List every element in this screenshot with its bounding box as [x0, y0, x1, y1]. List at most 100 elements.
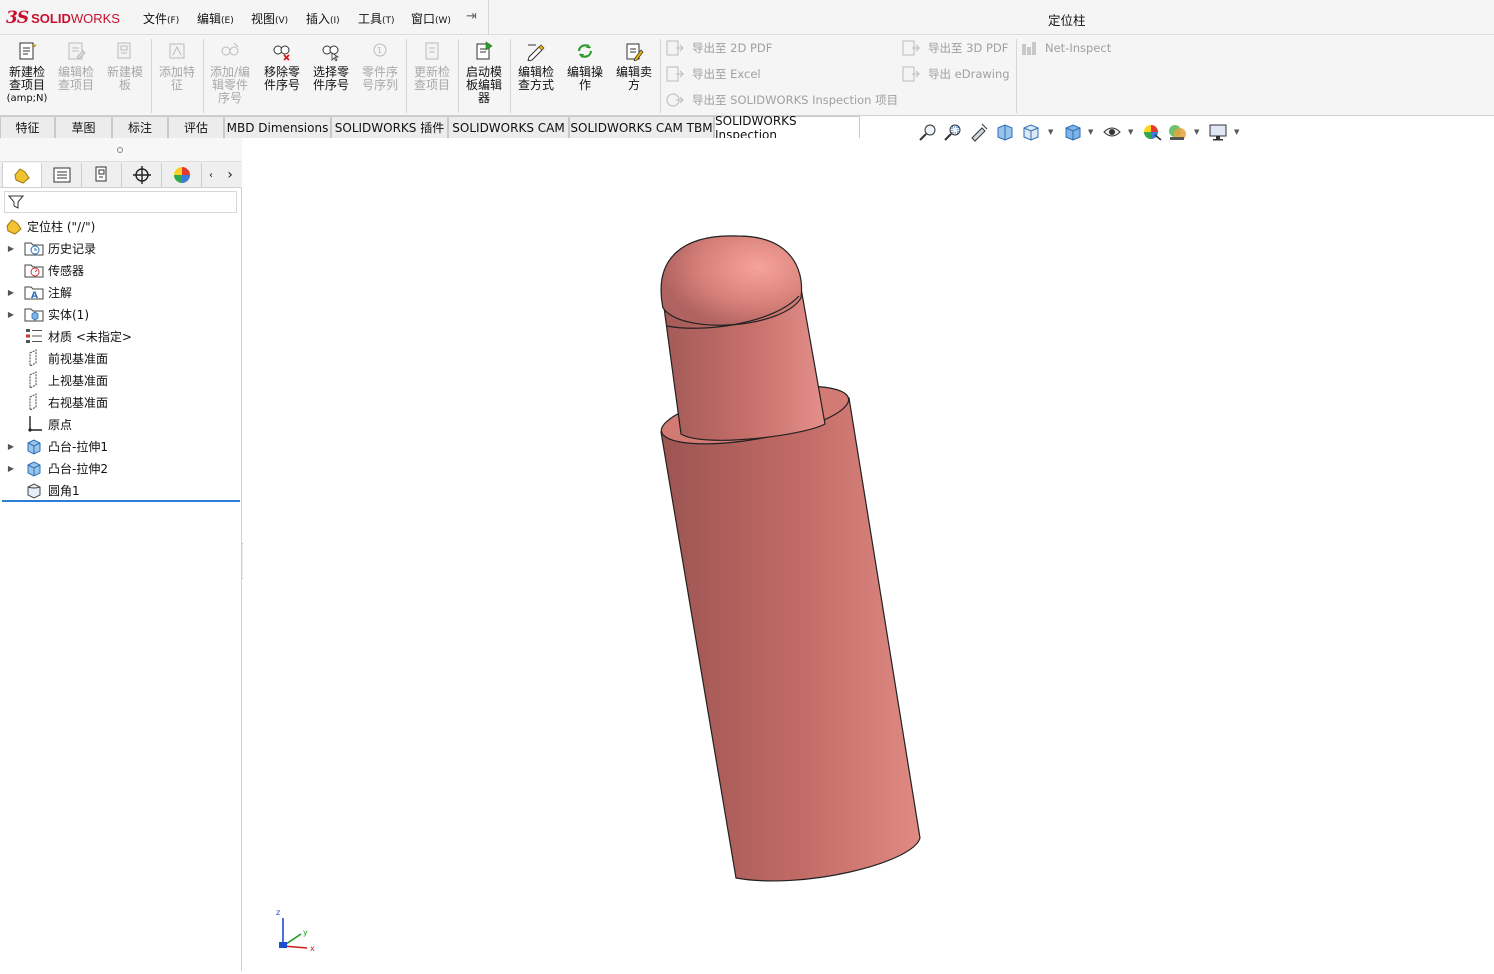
tree-item-annotations-label: 注解 [48, 285, 73, 300]
chevron-right-icon: › [227, 167, 233, 183]
expand-arrow-icon[interactable]: ▶ [6, 288, 16, 297]
zoom-to-fit-icon[interactable] [918, 122, 938, 142]
remove-balloon-label-2: 件序号 [263, 78, 300, 92]
export-edrawing-button[interactable]: 导出 eDrawing [902, 65, 1010, 83]
new-inspection-project-button[interactable]: 新建检 查项目 (amp;N) [4, 41, 50, 105]
dimxpert-manager-tab[interactable] [122, 163, 162, 187]
more-tabs-right[interactable]: › [220, 163, 240, 187]
dropdown-arrow-icon[interactable]: ▼ [1048, 128, 1053, 136]
remove-balloon-button[interactable]: 移除零 件序号 [259, 41, 305, 92]
dynamic-annotation-views-icon[interactable] [1021, 122, 1041, 142]
expand-arrow-icon[interactable]: ▶ [6, 310, 16, 319]
view-settings-icon[interactable] [1208, 122, 1228, 142]
previous-view-icon[interactable] [969, 122, 989, 142]
display-manager-tab[interactable] [162, 163, 202, 187]
tab-sketch[interactable]: 草图 [55, 116, 112, 138]
tab-solidworks-cam-tbm[interactable]: SOLIDWORKS CAM TBM [569, 116, 714, 138]
menu-edit[interactable]: 编辑(E) [197, 10, 234, 27]
display-style-icon[interactable] [1102, 122, 1122, 142]
origin-icon [28, 416, 42, 432]
dropdown-arrow-icon[interactable]: ▼ [1234, 128, 1239, 136]
panel-grip[interactable] [0, 138, 242, 162]
tree-item-origin[interactable]: 原点 [0, 413, 72, 435]
menu-tools[interactable]: 工具(T) [358, 10, 395, 27]
tree-filter-input[interactable] [4, 191, 237, 213]
rollback-bar[interactable] [2, 500, 240, 502]
tab-evaluate[interactable]: 评估 [168, 116, 224, 138]
pin-body[interactable] [657, 375, 921, 882]
edit-vendor-button[interactable]: 编辑卖 方 [611, 41, 657, 92]
tree-item-solid-bodies[interactable]: ▶ 实体(1) [0, 303, 89, 325]
tree-item-front-plane-label: 前视基准面 [48, 351, 109, 366]
tab-mbd-dimensions[interactable]: MBD Dimensions [224, 116, 331, 138]
select-balloon-button[interactable]: 选择零 件序号 [308, 41, 354, 92]
menu-insert-label: 插入 [306, 12, 331, 26]
annotation-folder-icon: A [24, 286, 44, 301]
add-edit-balloon-button[interactable]: 添加/编 辑零件 序号 [207, 41, 253, 105]
add-feature-button[interactable]: 添加特 征 [154, 41, 200, 92]
tab-solidworks-inspection[interactable]: SOLIDWORKS Inspection [714, 114, 860, 142]
expand-arrow-icon[interactable]: ▶ [6, 244, 16, 253]
tree-item-top-plane[interactable]: 上视基准面 [0, 369, 108, 391]
export-2d-pdf-button[interactable]: 导出至 2D PDF [666, 39, 772, 57]
section-view-icon[interactable] [995, 122, 1015, 142]
view-orientation-icon[interactable] [1063, 122, 1083, 142]
configuration-manager-tab[interactable] [82, 163, 122, 187]
net-inspect-icon [1022, 42, 1036, 55]
svg-text:1: 1 [377, 46, 382, 55]
balloon-sequence-button[interactable]: 1 零件序 号序列 [357, 41, 403, 92]
edit-appearance-icon[interactable] [1142, 122, 1162, 142]
more-tabs-left[interactable]: ‹ [202, 163, 220, 187]
export-inspection-project-button[interactable]: 导出至 SOLIDWORKS Inspection 项目 [666, 91, 898, 109]
menu-view[interactable]: 视图(V) [251, 10, 288, 27]
tab-features[interactable]: 特征 [0, 116, 55, 138]
tree-item-history[interactable]: ▶ 历史记录 [0, 237, 96, 259]
expand-arrow-icon[interactable]: ▶ [6, 442, 16, 451]
export-pdf-icon [666, 40, 684, 56]
tree-root-part[interactable]: 定位柱 ("//") [0, 215, 95, 237]
edit-inspection-project-button[interactable]: 编辑检 查项目 [53, 41, 99, 92]
feature-manager-tab[interactable] [2, 163, 42, 187]
edit-operation-label-2: 作 [578, 78, 591, 92]
pin-tip[interactable] [660, 235, 826, 441]
new-inspection-icon [19, 41, 37, 60]
tab-solidworks-cam[interactable]: SOLIDWORKS CAM [448, 116, 569, 138]
menu-window[interactable]: 窗口(W) [411, 10, 451, 27]
export-excel-button[interactable]: 导出至 Excel [666, 65, 761, 83]
edit-inspection-method-button[interactable]: 编辑检 查方式 [513, 41, 559, 92]
document-title: 定位柱 [1048, 13, 1086, 28]
expand-arrow-icon[interactable]: ▶ [6, 464, 16, 473]
menu-tools-key: (T) [382, 16, 395, 26]
update-inspection-button[interactable]: 更新检 查项目 [409, 41, 455, 92]
tree-item-material[interactable]: 材质 <未指定> [0, 325, 132, 347]
launch-template-editor-button[interactable]: 启动模 板编辑 器 [461, 41, 507, 105]
menu-file[interactable]: 文件(F) [143, 10, 179, 27]
solidworks-logo[interactable]: 3S SOLIDWORKS [6, 8, 120, 28]
edit-operation-button[interactable]: 编辑操 作 [562, 41, 608, 92]
tree-item-front-plane[interactable]: 前视基准面 [0, 347, 108, 369]
tree-item-boss-extrude-1[interactable]: ▶ 凸台-拉伸1 [0, 435, 108, 457]
tab-solidworks-addins[interactable]: SOLIDWORKS 插件 [331, 116, 448, 138]
tree-item-fillet-1[interactable]: 圆角1 [0, 479, 80, 501]
graphics-area[interactable]: z y x [243, 138, 1494, 971]
tab-markup[interactable]: 标注 [112, 116, 168, 138]
export-3d-pdf-button[interactable]: 导出至 3D PDF [902, 39, 1008, 57]
new-template-button[interactable]: 新建模 板 [102, 41, 148, 92]
dropdown-arrow-icon[interactable]: ▼ [1088, 128, 1093, 136]
select-balloon-icon [322, 45, 340, 62]
new-inspection-label-2: 查项目 [8, 78, 45, 92]
dropdown-arrow-icon[interactable]: ▼ [1128, 128, 1133, 136]
property-manager-tab[interactable] [42, 163, 82, 187]
ribbon-separator [458, 39, 459, 113]
dropdown-arrow-icon[interactable]: ▼ [1194, 128, 1199, 136]
apply-scene-icon[interactable] [1167, 122, 1187, 142]
net-inspect-button[interactable]: Net-Inspect [1021, 39, 1111, 57]
grip-dot-icon [117, 147, 123, 153]
tree-item-annotations[interactable]: ▶ A 注解 [0, 281, 72, 303]
tree-item-boss-extrude-2[interactable]: ▶ 凸台-拉伸2 [0, 457, 108, 479]
menu-insert[interactable]: 插入(I) [306, 10, 340, 27]
zoom-to-area-icon[interactable] [943, 122, 963, 142]
tree-item-right-plane[interactable]: 右视基准面 [0, 391, 108, 413]
pin-menu-icon[interactable]: ⇥ [466, 9, 477, 24]
tree-item-sensors[interactable]: 传感器 [0, 259, 84, 281]
